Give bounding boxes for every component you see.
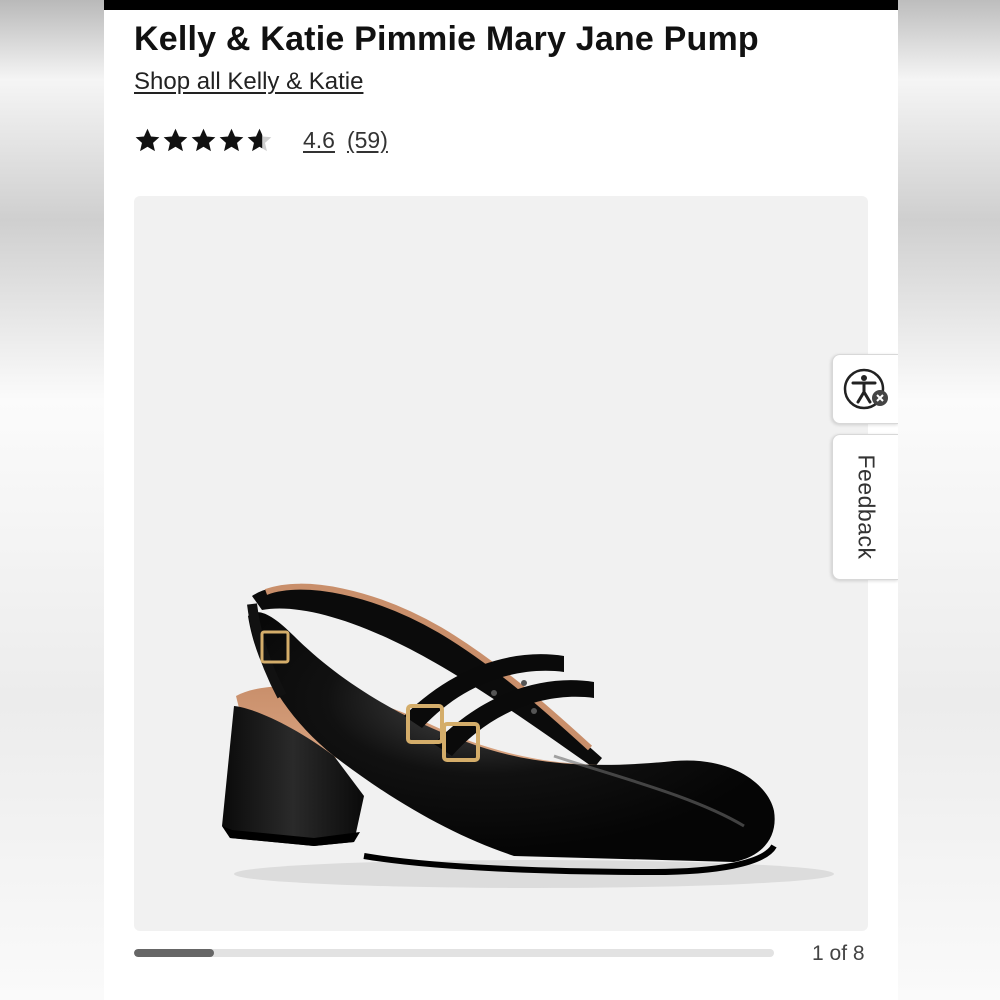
star-icon <box>247 128 272 151</box>
gallery-progress-fill <box>134 949 214 957</box>
rating-row[interactable]: 4.6 (59) <box>134 122 388 158</box>
product-page: Kelly & Katie Pimmie Mary Jane Pump Shop… <box>104 0 898 1000</box>
accessibility-person-icon <box>843 368 888 410</box>
star-icon <box>219 128 244 151</box>
accessibility-button[interactable] <box>832 354 898 424</box>
star-icon <box>135 128 160 151</box>
gallery-counter: 1 of 8 <box>812 942 865 965</box>
product-image[interactable] <box>134 196 868 931</box>
background-left <box>0 0 104 1000</box>
star-icon <box>191 128 216 151</box>
shop-brand-link[interactable]: Shop all Kelly & Katie <box>134 68 363 96</box>
gallery-progress-bar <box>134 949 774 957</box>
feedback-button[interactable]: Feedback <box>832 434 898 580</box>
rating-stars <box>134 127 273 154</box>
product-title: Kelly & Katie Pimmie Mary Jane Pump <box>134 20 759 58</box>
star-icon <box>163 128 188 151</box>
top-bar <box>104 0 898 10</box>
price-row-cutoff <box>134 990 334 1000</box>
review-count[interactable]: (59) <box>347 127 388 154</box>
shoe-image <box>222 583 834 888</box>
background-right <box>898 0 1000 1000</box>
rating-value[interactable]: 4.6 <box>303 127 335 154</box>
feedback-label: Feedback <box>853 454 880 560</box>
